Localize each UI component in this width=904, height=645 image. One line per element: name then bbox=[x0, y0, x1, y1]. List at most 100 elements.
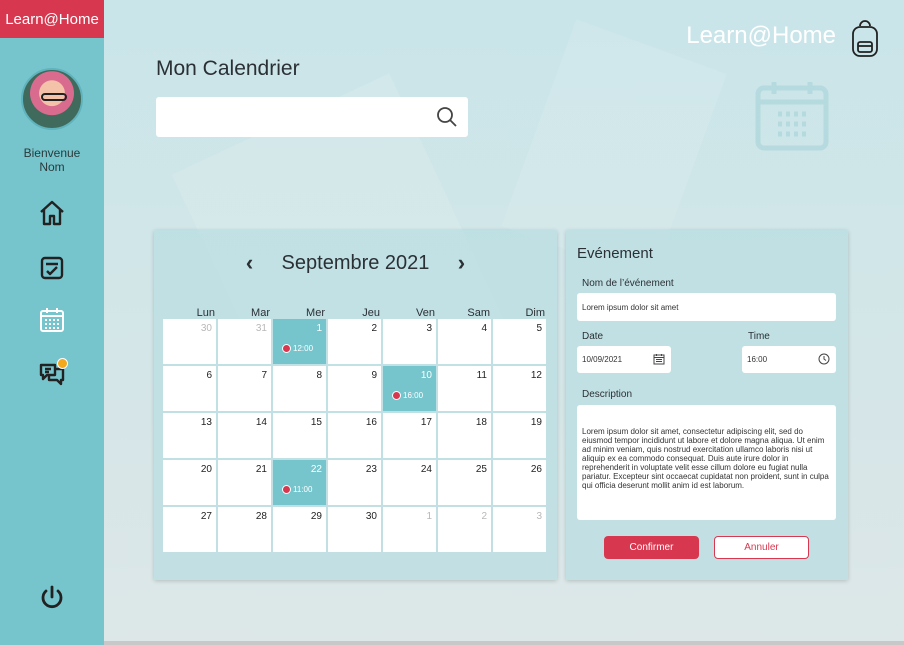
calendar-day[interactable]: 17 bbox=[383, 413, 436, 458]
day-number: 27 bbox=[200, 511, 212, 522]
calendar-day[interactable]: 26 bbox=[493, 460, 546, 505]
day-number: 18 bbox=[475, 417, 487, 428]
day-number: 24 bbox=[420, 464, 432, 475]
calendar-day[interactable]: 30 bbox=[163, 319, 216, 364]
calendar-day[interactable]: 13 bbox=[163, 413, 216, 458]
calendar-day[interactable]: 19 bbox=[493, 413, 546, 458]
event-name-input[interactable] bbox=[582, 293, 790, 321]
day-number: 25 bbox=[475, 464, 487, 475]
calendar-day[interactable]: 31 bbox=[218, 319, 271, 364]
day-number: 30 bbox=[365, 511, 377, 522]
event-marker[interactable]: 11:00 bbox=[282, 485, 312, 494]
time-field bbox=[742, 346, 836, 373]
event-marker[interactable]: 16:00 bbox=[392, 391, 423, 400]
day-number: 16 bbox=[365, 417, 377, 428]
day-number: 5 bbox=[536, 323, 542, 334]
calendar-day[interactable]: 27 bbox=[163, 507, 216, 552]
welcome-line: Bienvenue bbox=[23, 146, 81, 160]
event-dot-icon bbox=[392, 391, 401, 400]
calendar-card: ‹ Septembre 2021 › Lun Mar Mer Jeu Ven Sam Dim… bbox=[154, 230, 557, 580]
description-label: Description bbox=[582, 389, 633, 400]
event-dot-icon bbox=[282, 485, 291, 494]
event-marker[interactable]: 12:00 bbox=[282, 344, 313, 353]
calendar-day[interactable]: 16 bbox=[328, 413, 381, 458]
day-number: 19 bbox=[530, 417, 542, 428]
day-number: 20 bbox=[200, 464, 212, 475]
backpack-icon bbox=[852, 20, 878, 57]
calendar-day[interactable]: 1 bbox=[383, 507, 436, 552]
day-number: 31 bbox=[255, 323, 267, 334]
calendar-day[interactable]: 2 bbox=[438, 507, 491, 552]
weekday-label: Jeu bbox=[362, 307, 380, 319]
tasks-icon[interactable] bbox=[36, 252, 68, 284]
calendar-day-event[interactable]: 10 16:00 bbox=[383, 366, 436, 411]
calendar-day[interactable]: 12 bbox=[493, 366, 546, 411]
calendar-picker-icon[interactable] bbox=[653, 353, 665, 365]
brand-title: Learn@Home bbox=[686, 22, 836, 49]
description-textarea[interactable]: Lorem ipsum dolor sit amet, consectetur … bbox=[577, 405, 836, 520]
calendar-icon[interactable] bbox=[36, 304, 68, 336]
day-number: 3 bbox=[426, 323, 432, 334]
user-name: Nom bbox=[39, 160, 65, 174]
confirm-button[interactable]: Confirmer bbox=[604, 536, 699, 559]
page-title: Mon Calendrier bbox=[156, 57, 300, 80]
notification-badge bbox=[57, 358, 68, 369]
weekday-label: Sam bbox=[467, 307, 490, 319]
day-number: 2 bbox=[371, 323, 377, 334]
calendar-day[interactable]: 11 bbox=[438, 366, 491, 411]
day-number: 23 bbox=[365, 464, 377, 475]
avatar[interactable] bbox=[21, 68, 83, 130]
calendar-day[interactable]: 2 bbox=[328, 319, 381, 364]
cancel-button[interactable]: Annuler bbox=[714, 536, 809, 559]
calendar-day[interactable]: 18 bbox=[438, 413, 491, 458]
avatar-glasses bbox=[41, 93, 67, 101]
day-number: 10 bbox=[420, 370, 432, 381]
calendar-day[interactable]: 6 bbox=[163, 366, 216, 411]
clock-icon[interactable] bbox=[818, 353, 830, 365]
calendar-day[interactable]: 24 bbox=[383, 460, 436, 505]
calendar-day[interactable]: 25 bbox=[438, 460, 491, 505]
day-number: 15 bbox=[310, 417, 322, 428]
prev-month-button[interactable]: ‹ bbox=[238, 250, 262, 276]
calendar-day-event[interactable]: 1 12:00 bbox=[273, 319, 326, 364]
event-card: Evénement Nom de l’événement Date Time D… bbox=[566, 230, 848, 580]
calendar-day[interactable]: 20 bbox=[163, 460, 216, 505]
sidebar-logo[interactable]: Learn@Home bbox=[0, 0, 104, 38]
calendar-day[interactable]: 21 bbox=[218, 460, 271, 505]
chat-icon[interactable] bbox=[36, 358, 68, 390]
calendar-day[interactable]: 14 bbox=[218, 413, 271, 458]
calendar-day[interactable]: 9 bbox=[328, 366, 381, 411]
day-number: 13 bbox=[200, 417, 212, 428]
date-field bbox=[577, 346, 671, 373]
calendar-day[interactable]: 4 bbox=[438, 319, 491, 364]
welcome-text: Bienvenue Nom bbox=[0, 146, 104, 174]
calendar-day[interactable]: 30 bbox=[328, 507, 381, 552]
day-number: 22 bbox=[310, 464, 322, 475]
bottom-border bbox=[104, 641, 904, 645]
day-number: 1 bbox=[426, 511, 432, 522]
calendar-day[interactable]: 28 bbox=[218, 507, 271, 552]
calendar-day-event[interactable]: 22 11:00 bbox=[273, 460, 326, 505]
search-input[interactable] bbox=[166, 107, 426, 127]
event-title: Evénement bbox=[577, 245, 653, 262]
time-input[interactable] bbox=[747, 346, 823, 373]
event-time: 12:00 bbox=[293, 344, 314, 353]
calendar-day[interactable]: 23 bbox=[328, 460, 381, 505]
date-input[interactable] bbox=[582, 346, 658, 373]
calendar-header: ‹ Septembre 2021 › bbox=[154, 248, 557, 278]
calendar-day[interactable]: 7 bbox=[218, 366, 271, 411]
calendar-day[interactable]: 3 bbox=[493, 507, 546, 552]
next-month-button[interactable]: › bbox=[449, 250, 473, 276]
search-icon[interactable] bbox=[436, 106, 458, 128]
day-number: 3 bbox=[536, 511, 542, 522]
calendar-day[interactable]: 8 bbox=[273, 366, 326, 411]
day-number: 4 bbox=[481, 323, 487, 334]
calendar-day[interactable]: 3 bbox=[383, 319, 436, 364]
calendar-day[interactable]: 15 bbox=[273, 413, 326, 458]
month-label: Septembre 2021 bbox=[281, 251, 430, 274]
calendar-day[interactable]: 5 bbox=[493, 319, 546, 364]
calendar-day[interactable]: 29 bbox=[273, 507, 326, 552]
power-icon[interactable] bbox=[36, 582, 68, 614]
date-label: Date bbox=[582, 331, 604, 342]
home-icon[interactable] bbox=[36, 197, 68, 229]
